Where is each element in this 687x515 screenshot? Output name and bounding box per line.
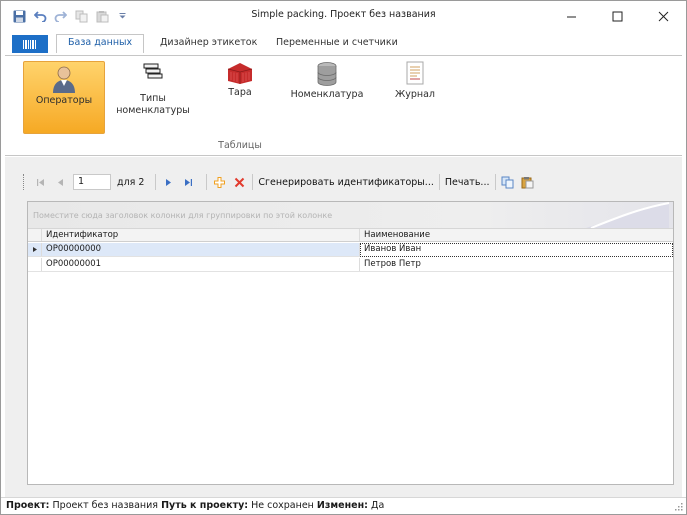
copy-records-icon[interactable] xyxy=(501,175,515,189)
resize-grip-icon[interactable] xyxy=(675,503,683,511)
title-bar: Simple packing. Проект без названия xyxy=(1,1,686,31)
add-record-icon[interactable] xyxy=(212,175,226,189)
column-header-name[interactable]: Наименование xyxy=(360,229,673,241)
grid-header: Идентификатор Наименование xyxy=(28,228,673,242)
toolbar-separator xyxy=(494,174,496,190)
status-path-value: Не сохранен xyxy=(251,500,314,511)
ribbon-panel: Операторы Типы номенклатуры Тара Номенкл… xyxy=(5,55,682,156)
nomenclature-button[interactable]: Номенклатура xyxy=(289,61,365,100)
status-path-label: Путь к проекту: xyxy=(161,500,249,511)
operators-label: Операторы xyxy=(35,95,93,106)
app-window: Simple packing. Проект без названия База… xyxy=(0,0,687,515)
current-row-arrow-icon xyxy=(33,247,37,252)
record-position-input[interactable]: 1 xyxy=(73,174,111,190)
status-project-value: Проект без названия xyxy=(52,500,159,511)
operators-button[interactable]: Операторы xyxy=(23,61,105,134)
item-types-icon xyxy=(143,63,163,79)
minimize-icon xyxy=(566,16,576,17)
cell-name[interactable]: Петров Петр xyxy=(360,258,673,271)
main-area: 1 для 2 Сгенерировать идентификаторы... … xyxy=(5,157,682,497)
operator-icon xyxy=(53,66,75,93)
container-icon xyxy=(227,63,253,84)
item-types-label: Типы номенклатуры xyxy=(116,93,190,116)
journal-label: Журнал xyxy=(395,89,435,100)
journal-button[interactable]: Журнал xyxy=(385,61,445,100)
cell-identifier[interactable]: OP00000001 xyxy=(42,258,360,271)
toolbar-separator xyxy=(438,174,440,190)
maximize-icon xyxy=(612,11,622,21)
table-row[interactable]: OP00000000 Иванов Иван xyxy=(28,243,673,257)
delete-record-icon[interactable] xyxy=(232,175,246,189)
toolbar-separator xyxy=(155,174,157,190)
toolbar-grip[interactable] xyxy=(23,174,27,190)
status-project-label: Проект: xyxy=(6,500,50,511)
tab-database[interactable]: База данных xyxy=(56,34,145,53)
minimize-button[interactable] xyxy=(548,1,594,31)
item-types-button[interactable]: Типы номенклатуры xyxy=(115,61,191,117)
column-header-identifier[interactable]: Идентификатор xyxy=(42,229,360,241)
first-record-icon[interactable] xyxy=(33,175,47,189)
row-indicator xyxy=(28,258,42,271)
container-button[interactable]: Тара xyxy=(215,61,265,98)
cell-name[interactable]: Иванов Иван xyxy=(360,243,673,256)
app-menu-button[interactable] xyxy=(12,35,48,53)
group-by-hint: Поместите сюда заголовок колонки для гру… xyxy=(33,211,333,220)
status-changed-label: Изменен: xyxy=(316,500,368,511)
row-indicator xyxy=(28,243,42,256)
previous-record-icon[interactable] xyxy=(53,175,67,189)
ribbon-group-label: Таблицы xyxy=(218,140,262,151)
barcode-icon xyxy=(23,39,36,49)
close-icon xyxy=(658,11,668,21)
generate-ids-button[interactable]: Сгенерировать идентификаторы... xyxy=(258,177,433,188)
toolbar-separator xyxy=(252,174,254,190)
next-record-icon[interactable] xyxy=(161,175,175,189)
decorative-swoosh-icon xyxy=(586,202,670,228)
cell-identifier[interactable]: OP00000000 xyxy=(42,243,360,256)
toolbar-separator xyxy=(206,174,208,190)
data-grid: Поместите сюда заголовок колонки для гру… xyxy=(27,201,674,485)
maximize-button[interactable] xyxy=(594,1,640,31)
group-by-panel[interactable]: Поместите сюда заголовок колонки для гру… xyxy=(28,202,673,228)
ribbon-tab-strip: База данных Дизайнер этикеток Переменные… xyxy=(1,31,686,55)
last-record-icon[interactable] xyxy=(181,175,195,189)
row-indicator-header xyxy=(28,229,42,241)
nomenclature-label: Номенклатура xyxy=(290,89,364,100)
container-label: Тара xyxy=(228,87,252,98)
print-button[interactable]: Печать... xyxy=(445,177,490,188)
table-row[interactable]: OP00000001 Петров Петр xyxy=(28,258,673,272)
paste-records-icon[interactable] xyxy=(521,175,535,189)
tab-variables-counters[interactable]: Переменные и счетчики xyxy=(276,37,398,48)
database-icon xyxy=(317,62,337,86)
status-bar: Проект: Проект без названия Путь к проек… xyxy=(1,497,686,514)
close-button[interactable] xyxy=(640,1,686,31)
record-count-text: для 2 xyxy=(117,176,145,188)
data-navigator: 1 для 2 Сгенерировать идентификаторы... … xyxy=(23,171,663,193)
journal-icon xyxy=(406,61,424,85)
status-changed-value: Да xyxy=(371,500,385,511)
tab-label-designer[interactable]: Дизайнер этикеток xyxy=(160,37,257,48)
